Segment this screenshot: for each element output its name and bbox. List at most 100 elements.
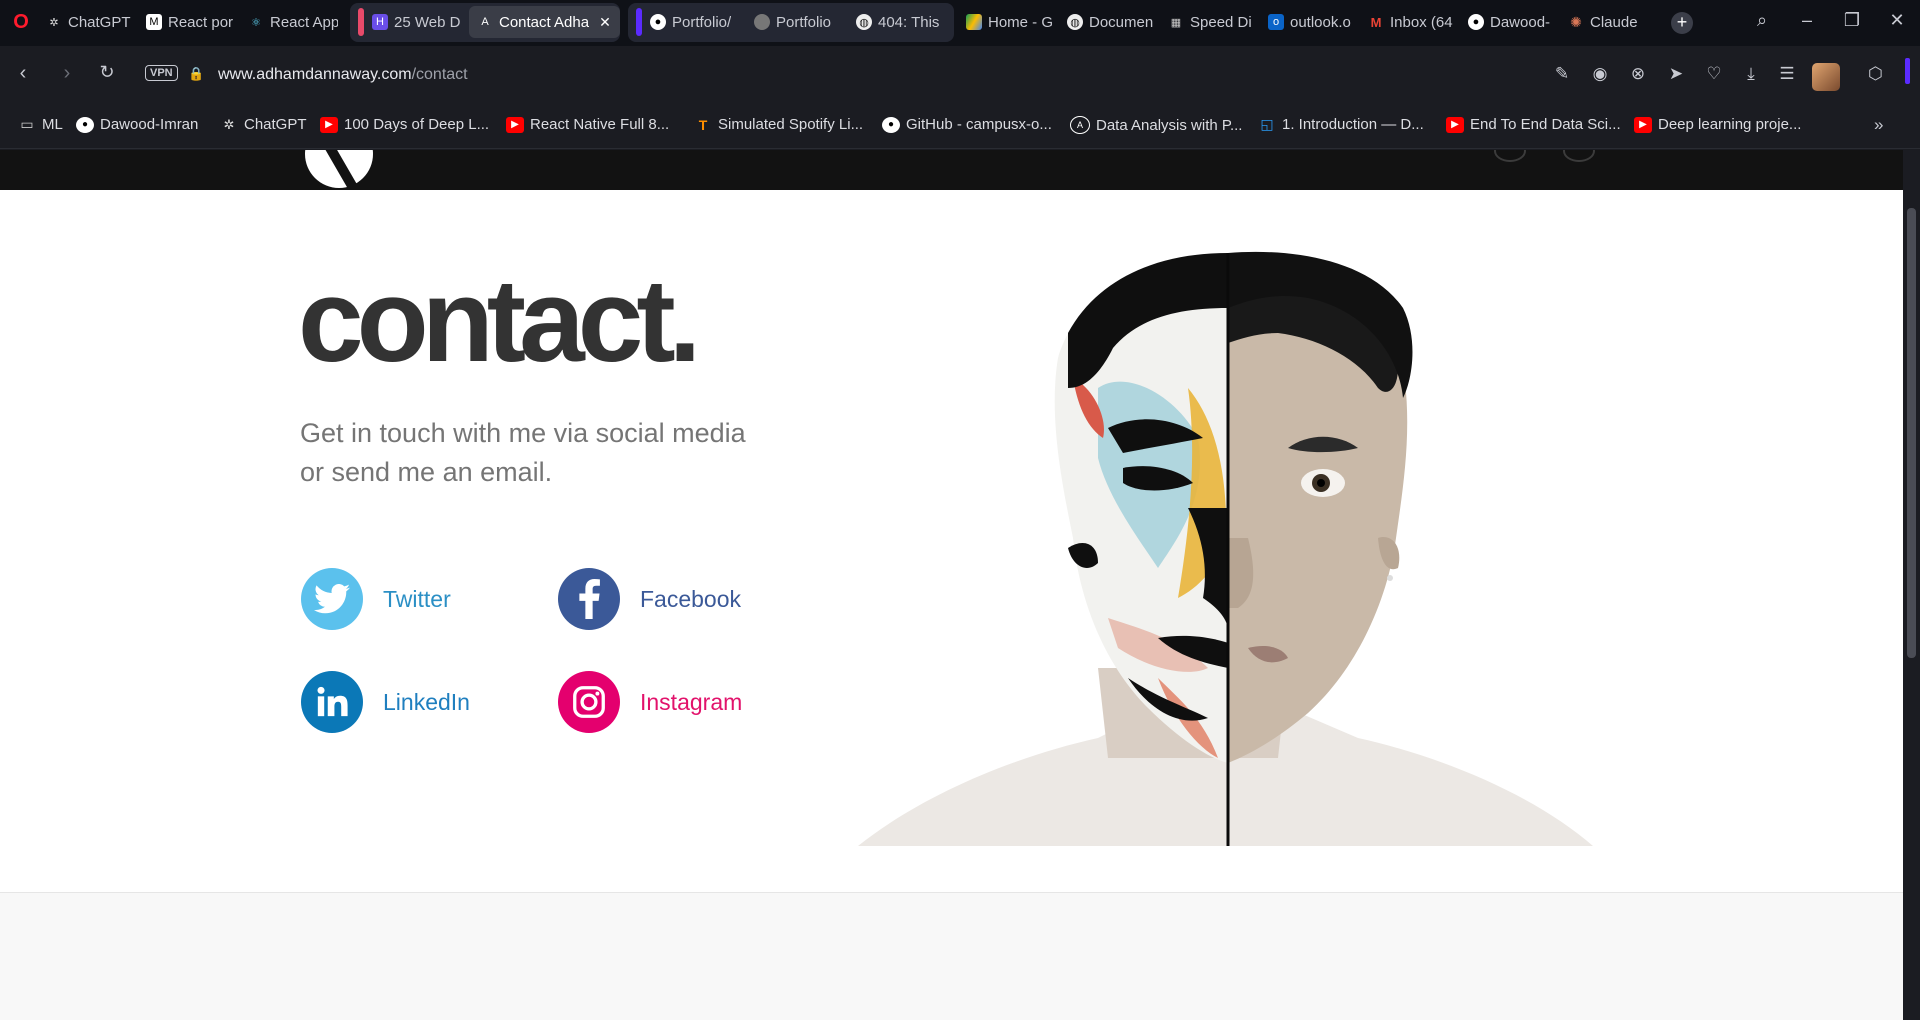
extensions-cube-icon[interactable]: ⬡ xyxy=(1868,64,1883,84)
github-icon: ● xyxy=(1468,14,1484,30)
claude-icon: ✺ xyxy=(1570,13,1582,30)
heart-icon[interactable]: ♡ xyxy=(1703,64,1725,84)
profile-avatar[interactable] xyxy=(1812,63,1840,91)
chatgpt-icon: ✲ xyxy=(223,116,235,132)
tab-portfolio-github[interactable]: ● Portfolio/ xyxy=(650,6,742,38)
tab-group-marker[interactable] xyxy=(358,8,364,36)
bookmark-chatgpt[interactable]: ✲ ChatGPT xyxy=(220,116,307,133)
send-icon[interactable]: ➤ xyxy=(1665,64,1687,84)
react-icon: ⚛ xyxy=(251,16,261,29)
docs-icon: ◱ xyxy=(1260,116,1274,132)
close-window-icon[interactable]: ✕ xyxy=(1885,10,1909,31)
download-icon[interactable]: ⤓ xyxy=(1740,64,1762,84)
tab-strip: O ✲ ChatGPT M React por ⚛ React App H 25… xyxy=(0,0,1920,46)
bookmark-introduction[interactable]: ◱ 1. Introduction — D... xyxy=(1258,116,1423,133)
tensorflow-icon: T xyxy=(698,116,708,133)
react-portfolio-icon: M xyxy=(146,14,162,30)
search-tabs-icon[interactable]: ⌕ xyxy=(1750,10,1774,31)
scrollbar[interactable] xyxy=(1903,150,1920,1020)
page-viewport: contact. Get in touch with me via social… xyxy=(0,150,1903,1020)
close-tab-icon[interactable]: ✕ xyxy=(599,14,611,31)
page-footer xyxy=(0,892,1903,1020)
page-title: contact. xyxy=(298,255,701,387)
linkedin-link[interactable]: LinkedIn xyxy=(301,671,470,733)
tab-speed-dial[interactable]: ▦ Speed Di xyxy=(1168,6,1258,38)
address-bar-row: ‹ › ↻ VPN 🔒 www.adhamdannaway.com/contac… xyxy=(0,46,1920,104)
tab-github-dawood[interactable]: ● Dawood- xyxy=(1468,6,1558,38)
tab-react-portfolio[interactable]: M React por xyxy=(146,6,236,38)
tab-claude[interactable]: ✺ Claude xyxy=(1568,6,1658,38)
tab-documentation[interactable]: ◍ Documen xyxy=(1067,6,1157,38)
instagram-link[interactable]: Instagram xyxy=(558,671,742,733)
bookmark-end-to-end[interactable]: ▶ End To End Data Sci... xyxy=(1446,116,1621,133)
facebook-icon xyxy=(558,568,620,630)
restore-icon[interactable]: ❐ xyxy=(1840,10,1864,31)
bookmark-deep-learning[interactable]: ▶ Deep learning proje... xyxy=(1634,116,1801,133)
header-nav-icon[interactable] xyxy=(1494,150,1526,162)
web-dev-icon: H xyxy=(372,14,388,30)
bookmark-100-days[interactable]: ▶ 100 Days of Deep L... xyxy=(320,116,489,133)
intro-text: Get in touch with me via social media or… xyxy=(300,418,746,487)
speed-dial-icon: ▦ xyxy=(1170,16,1182,29)
outlook-icon: o xyxy=(1268,14,1284,30)
vpn-badge[interactable]: VPN xyxy=(145,65,178,81)
bookmark-spotify[interactable]: T Simulated Spotify Li... xyxy=(694,116,863,133)
site-header xyxy=(0,150,1903,190)
twitter-bird-icon xyxy=(301,568,363,630)
google-drive-icon xyxy=(966,14,982,30)
instagram-icon xyxy=(558,671,620,733)
youtube-icon: ▶ xyxy=(1446,116,1464,133)
lock-icon[interactable]: 🔒 xyxy=(188,66,204,82)
header-nav-icon[interactable] xyxy=(1563,150,1595,162)
scrollbar-thumb[interactable] xyxy=(1907,208,1916,658)
github-icon: ● xyxy=(76,116,94,133)
minimize-icon[interactable]: – xyxy=(1795,10,1819,31)
site-logo[interactable] xyxy=(305,150,373,188)
github-icon: ● xyxy=(650,14,666,30)
url-field[interactable]: www.adhamdannaway.com/contact xyxy=(218,66,468,84)
portrait-illustration xyxy=(858,251,1593,846)
forward-icon[interactable]: › xyxy=(54,62,80,85)
linkedin-icon xyxy=(301,671,363,733)
chatgpt-icon: ✲ xyxy=(49,16,59,29)
tab-gmail[interactable]: M Inbox (64 xyxy=(1368,6,1458,38)
bookmark-react-native[interactable]: ▶ React Native Full 8... xyxy=(506,116,669,133)
bookmark-dawood-imran[interactable]: ● Dawood-Imran xyxy=(76,116,198,133)
youtube-icon: ▶ xyxy=(1634,116,1652,133)
adblock-icon[interactable]: ⊗ xyxy=(1627,64,1649,84)
globe-icon: ◍ xyxy=(1067,14,1083,30)
tab-outlook[interactable]: o outlook.o xyxy=(1268,6,1356,38)
opera-menu-icon[interactable]: O xyxy=(10,11,32,33)
edit-icon[interactable]: ✎ xyxy=(1551,64,1573,84)
tab-web-design[interactable]: H 25 Web D xyxy=(372,6,464,38)
github-icon: ● xyxy=(882,116,900,133)
settings-sliders-icon[interactable]: ☰ xyxy=(1776,64,1798,84)
tab-404[interactable]: ◍ 404: This xyxy=(856,6,948,38)
bookmark-data-analysis[interactable]: A Data Analysis with P... xyxy=(1070,116,1242,134)
tab-group-marker[interactable] xyxy=(636,8,642,36)
anaconda-icon: A xyxy=(1070,116,1090,134)
bookmark-ml[interactable]: ▭ ML xyxy=(18,116,62,133)
adham-logo-icon: A xyxy=(481,16,489,28)
youtube-icon: ▶ xyxy=(506,116,524,133)
facebook-link[interactable]: Facebook xyxy=(558,568,741,630)
more-bookmarks-icon[interactable]: » xyxy=(1874,115,1883,135)
camera-icon[interactable]: ◉ xyxy=(1589,64,1611,84)
globe-icon: ◍ xyxy=(856,14,872,30)
folder-icon: ▭ xyxy=(20,116,34,132)
bookmark-campusx[interactable]: ● GitHub - campusx-o... xyxy=(882,116,1052,133)
portfolio-icon xyxy=(754,14,770,30)
tab-contact-adham[interactable]: A Contact Adha ✕ xyxy=(469,6,620,38)
tab-chatgpt[interactable]: ✲ ChatGPT xyxy=(46,6,136,38)
back-icon[interactable]: ‹ xyxy=(10,62,36,85)
youtube-icon: ▶ xyxy=(320,116,338,133)
tab-google-drive[interactable]: Home - G xyxy=(966,6,1056,38)
tab-react-app[interactable]: ⚛ React App xyxy=(248,6,338,38)
twitter-link[interactable]: Twitter xyxy=(301,568,451,630)
new-tab-button[interactable]: + xyxy=(1671,12,1693,34)
reload-icon[interactable]: ↻ xyxy=(94,62,120,83)
bookmarks-bar: ▭ ML ● Dawood-Imran ✲ ChatGPT ▶ 100 Days of … xyxy=(0,104,1920,149)
tab-portfolio[interactable]: Portfolio xyxy=(754,6,850,38)
sidebar-accent xyxy=(1905,58,1910,84)
gmail-icon: M xyxy=(1370,14,1382,30)
